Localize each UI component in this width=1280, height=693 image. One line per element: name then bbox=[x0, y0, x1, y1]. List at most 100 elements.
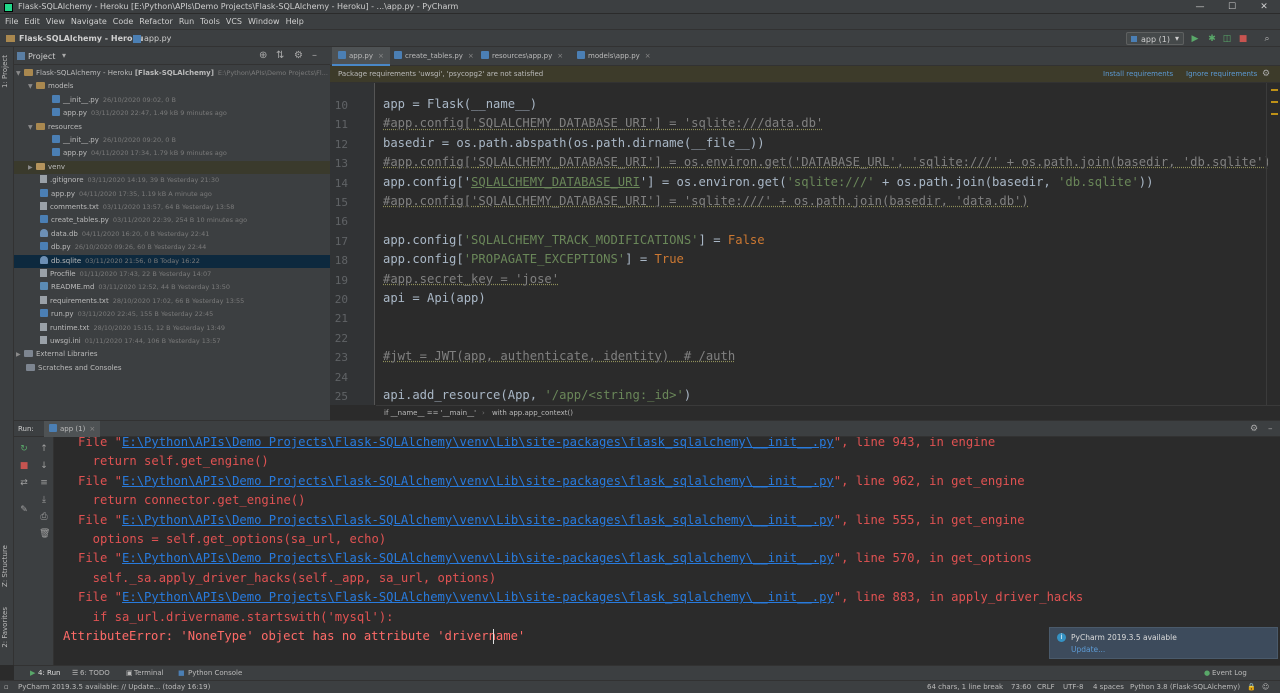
tree-row-create-tables[interactable]: create_tables.py 03/11/2020 22:39, 254 B … bbox=[14, 214, 330, 227]
tab-create-tables[interactable]: create_tables.py × bbox=[388, 47, 480, 66]
code-editor[interactable]: app = Flask(__name__) #app.config['SQLAL… bbox=[376, 83, 1268, 405]
editor-scrollbar[interactable] bbox=[1268, 83, 1280, 405]
stop-icon[interactable]: ■ bbox=[1238, 34, 1248, 44]
menu-code[interactable]: Code bbox=[110, 14, 136, 29]
tab-project-side[interactable]: 1: Project bbox=[1, 55, 9, 88]
locate-icon[interactable]: ⊕ bbox=[259, 50, 267, 61]
python-interpreter[interactable]: Python 3.8 (Flask-SQLAlchemy) bbox=[1130, 683, 1240, 691]
run-config-selector[interactable]: app (1) ▾ bbox=[1126, 32, 1184, 45]
menu-file[interactable]: File bbox=[2, 14, 21, 29]
menu-vcs[interactable]: VCS bbox=[223, 14, 245, 29]
update-notification[interactable]: i PyCharm 2019.3.5 available Update... bbox=[1049, 627, 1278, 659]
gear-icon[interactable]: ⚙ bbox=[1262, 69, 1270, 79]
menu-help[interactable]: Help bbox=[283, 14, 307, 29]
tree-row-external-libraries[interactable]: ▶ External Libraries bbox=[14, 348, 330, 361]
tab-terminal-bottom[interactable]: Terminal bbox=[134, 669, 164, 677]
caret-position[interactable]: 73:60 bbox=[1011, 683, 1031, 691]
line-separator[interactable]: CRLF bbox=[1037, 683, 1055, 691]
tree-row-resources[interactable]: ▼ resources bbox=[14, 121, 330, 134]
minimize-button[interactable]: — bbox=[1184, 0, 1216, 14]
close-icon[interactable]: × bbox=[468, 52, 474, 60]
stop-icon[interactable]: ■ bbox=[19, 461, 29, 471]
breadcrumb-item[interactable]: with app.app_context() bbox=[492, 409, 573, 417]
tree-row-data-db[interactable]: data.db 04/11/2020 16:20, 0 B Yesterday 2… bbox=[14, 228, 330, 241]
tree-row-scratches[interactable]: Scratches and Consoles bbox=[14, 362, 330, 375]
traceback-path-link[interactable]: E:\Python\APIs\Demo Projects\Flask-SQLAl… bbox=[122, 513, 834, 527]
rerun-icon[interactable]: ↻ bbox=[19, 444, 29, 454]
tab-python-console-bottom[interactable]: Python Console bbox=[188, 669, 242, 677]
menu-view[interactable]: View bbox=[43, 14, 68, 29]
scroll-to-end-icon[interactable]: ⤓ bbox=[39, 495, 49, 505]
gear-icon[interactable]: ⚙ bbox=[1250, 424, 1258, 434]
tree-row-models[interactable]: ▼ models bbox=[14, 80, 330, 93]
tree-row-resources-app[interactable]: app.py 04/11/2020 17:34, 1.79 kB 9 minute… bbox=[14, 147, 330, 160]
menu-navigate[interactable]: Navigate bbox=[68, 14, 110, 29]
restore-layout-icon[interactable]: ⇄ bbox=[19, 478, 29, 488]
traceback-path-link[interactable]: E:\Python\APIs\Demo Projects\Flask-SQLAl… bbox=[122, 551, 834, 565]
indent-setting[interactable]: 4 spaces bbox=[1093, 683, 1124, 691]
tab-run-bottom[interactable]: 4: Run bbox=[38, 669, 60, 677]
status-toggle-icon[interactable]: ▫ bbox=[4, 683, 9, 691]
tree-row-venv[interactable]: ▶ venv bbox=[14, 160, 330, 175]
close-button[interactable]: ✕ bbox=[1248, 0, 1280, 14]
scroll-up-icon[interactable]: ↑ bbox=[39, 444, 49, 454]
soft-wrap-icon[interactable]: ≡ bbox=[39, 478, 49, 488]
tab-models-app[interactable]: models\app.py × bbox=[571, 47, 657, 66]
tree-row-db-sqlite[interactable]: db.sqlite 03/11/2020 21:56, 0 B Today 16:… bbox=[14, 254, 330, 268]
close-icon[interactable]: × bbox=[89, 425, 95, 433]
tree-row-app[interactable]: app.py 04/11/2020 17:35, 1.19 kB A minute… bbox=[14, 188, 330, 201]
tab-structure-side[interactable]: Z: Structure bbox=[1, 545, 9, 587]
hide-icon[interactable]: – bbox=[312, 50, 317, 61]
tab-resources-app[interactable]: resources\app.py × bbox=[475, 47, 569, 66]
tab-todo-bottom[interactable]: 6: TODO bbox=[80, 669, 110, 677]
tree-row-requirements[interactable]: requirements.txt 28/10/2020 17:02, 66 B Y… bbox=[14, 295, 330, 308]
menu-edit[interactable]: Edit bbox=[21, 14, 43, 29]
menu-window[interactable]: Window bbox=[245, 14, 283, 29]
debug-icon[interactable]: ✱ bbox=[1207, 34, 1217, 44]
traceback-path-link[interactable]: E:\Python\APIs\Demo Projects\Flask-SQLAl… bbox=[122, 437, 834, 449]
traceback-path-link[interactable]: E:\Python\APIs\Demo Projects\Flask-SQLAl… bbox=[122, 590, 834, 604]
tab-app-py[interactable]: app.py × bbox=[332, 47, 390, 66]
run-tab[interactable]: app (1) × bbox=[44, 421, 101, 437]
close-icon[interactable]: × bbox=[645, 52, 651, 60]
tab-event-log-bottom[interactable]: Event Log bbox=[1212, 669, 1247, 677]
menu-run[interactable]: Run bbox=[176, 14, 197, 29]
tree-row-readme[interactable]: README.md 03/11/2020 12:52, 44 B Yesterda… bbox=[14, 281, 330, 294]
run-icon[interactable]: ▶ bbox=[1190, 34, 1200, 44]
update-link[interactable]: Update... bbox=[1071, 645, 1105, 654]
traceback-path-link[interactable]: E:\Python\APIs\Demo Projects\Flask-SQLAl… bbox=[122, 474, 834, 488]
hide-icon[interactable]: – bbox=[1268, 424, 1273, 434]
tree-row-resources-init[interactable]: __init__.py 26/10/2020 09:20, 0 B bbox=[14, 134, 330, 147]
inspector-icon[interactable]: ☺ bbox=[1262, 683, 1269, 691]
menu-tools[interactable]: Tools bbox=[197, 14, 223, 29]
lock-icon[interactable]: 🔒 bbox=[1247, 683, 1256, 691]
tree-row-models-init[interactable]: __init__.py 26/10/2020 09:02, 0 B bbox=[14, 94, 330, 107]
tree-row-uwsgi[interactable]: uwsgi.ini 01/11/2020 17:44, 106 B Yesterd… bbox=[14, 335, 330, 348]
gear-icon[interactable]: ⚙ bbox=[294, 50, 303, 61]
maximize-button[interactable]: ☐ bbox=[1216, 0, 1248, 14]
tree-row-procfile[interactable]: Procfile 01/11/2020 17:43, 22 B Yesterday… bbox=[14, 268, 330, 281]
tree-row-comments[interactable]: comments.txt 03/11/2020 13:57, 64 B Yeste… bbox=[14, 201, 330, 214]
chevron-down-icon[interactable]: ▾ bbox=[62, 51, 66, 60]
coverage-icon[interactable]: ◫ bbox=[1222, 34, 1232, 44]
tree-row-runtime[interactable]: runtime.txt 28/10/2020 15:15, 12 B Yester… bbox=[14, 322, 330, 335]
scroll-down-icon[interactable]: ↓ bbox=[39, 461, 49, 471]
tree-row-root[interactable]: ▼ Flask-SQLAlchemy - Heroku [Flask-SQLAlc… bbox=[14, 67, 330, 80]
file-encoding[interactable]: UTF-8 bbox=[1063, 683, 1083, 691]
install-requirements-link[interactable]: Install requirements bbox=[1103, 70, 1173, 78]
tree-row-gitignore[interactable]: .gitignore 03/11/2020 14:19, 39 B Yesterd… bbox=[14, 174, 330, 187]
tab-favorites-side[interactable]: 2: Favorites bbox=[1, 607, 9, 648]
ignore-requirements-link[interactable]: Ignore requirements bbox=[1186, 70, 1257, 78]
menu-refactor[interactable]: Refactor bbox=[136, 14, 176, 29]
search-everywhere-icon[interactable]: ⌕ bbox=[1262, 34, 1272, 44]
close-icon[interactable]: × bbox=[557, 52, 563, 60]
pin-tab-icon[interactable]: ✎ bbox=[19, 505, 29, 515]
trash-icon[interactable]: 🗑 bbox=[39, 529, 50, 539]
tree-row-run[interactable]: run.py 03/11/2020 22:45, 155 B Yesterday … bbox=[14, 308, 330, 321]
nav-file[interactable]: app.py bbox=[144, 34, 171, 43]
collapse-icon[interactable]: ⇅ bbox=[276, 50, 284, 61]
breadcrumb-item[interactable]: if __name__ == '__main__' bbox=[384, 409, 476, 417]
close-icon[interactable]: × bbox=[378, 52, 384, 60]
print-icon[interactable]: ⎙ bbox=[39, 512, 49, 522]
project-panel-title[interactable]: Project bbox=[28, 52, 55, 61]
